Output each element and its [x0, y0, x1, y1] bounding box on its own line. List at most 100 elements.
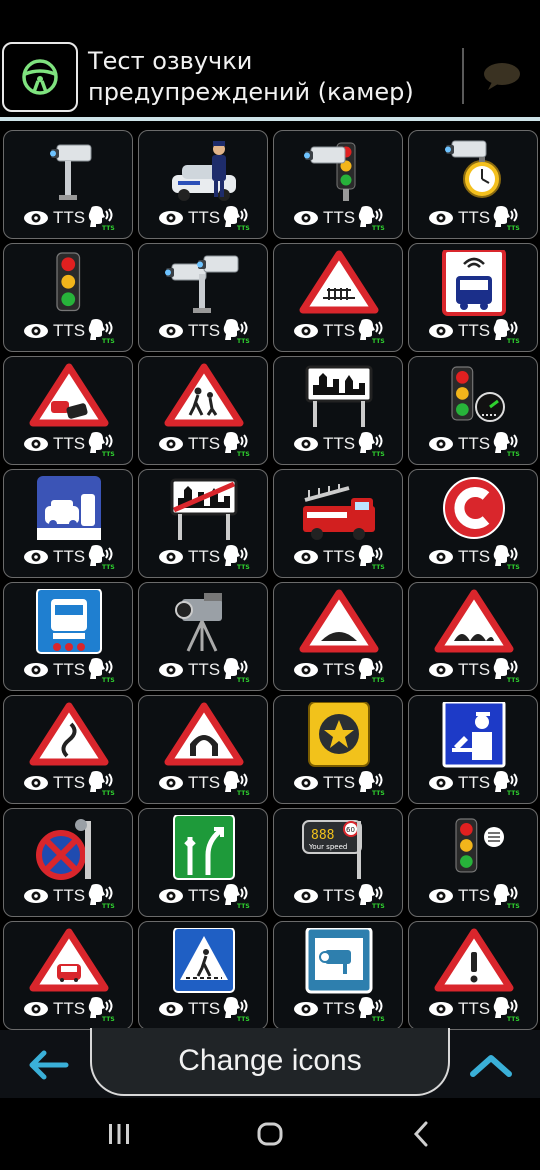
speaking-head-icon[interactable]: TTS [87, 206, 115, 230]
tile-average-speed-camera[interactable]: TTS TTS [408, 130, 538, 239]
tile-city-exit[interactable]: TTS TTS [138, 469, 268, 578]
speaking-head-icon[interactable]: TTS [357, 771, 385, 795]
eye-icon[interactable] [427, 209, 455, 227]
tile-traffic-light-camera[interactable]: TTS TTS [273, 130, 403, 239]
eye-icon[interactable] [292, 548, 320, 566]
tile-highway-exit[interactable]: TTS TTS [138, 808, 268, 917]
eye-icon[interactable] [292, 209, 320, 227]
speaking-head-icon[interactable]: TTS [492, 545, 520, 569]
tile-pedestrian-crossing[interactable]: TTS TTS [138, 921, 268, 1030]
speaking-head-icon[interactable]: TTS [222, 658, 250, 682]
tile-accident-warning[interactable]: TTS TTS [3, 356, 133, 465]
tile-fire-truck[interactable]: TTS TTS [273, 469, 403, 578]
tile-traffic-light[interactable]: TTS TTS [3, 243, 133, 352]
eye-icon[interactable] [427, 774, 455, 792]
speaking-head-icon[interactable]: TTS [492, 319, 520, 343]
eye-icon[interactable] [157, 661, 185, 679]
tile-police-patrol[interactable]: TTS TTS [138, 130, 268, 239]
tile-tunnel[interactable]: TTS TTS [138, 695, 268, 804]
eye-icon[interactable] [292, 435, 320, 453]
eye-icon[interactable] [22, 322, 50, 340]
eye-icon[interactable] [22, 548, 50, 566]
speaking-head-icon[interactable]: TTS [222, 545, 250, 569]
tile-truck-sign[interactable]: TTS TTS [3, 582, 133, 691]
tile-speed-bump[interactable]: TTS TTS [273, 582, 403, 691]
speaking-head-icon[interactable]: TTS [492, 884, 520, 908]
eye-icon[interactable] [292, 887, 320, 905]
speaking-head-icon[interactable]: TTS [222, 997, 250, 1021]
eye-icon[interactable] [427, 661, 455, 679]
tile-your-speed-sign[interactable]: 888 Your speed 60 TTS TTS [273, 808, 403, 917]
tile-general-warning[interactable]: TTS TTS [408, 921, 538, 1030]
tile-police-control[interactable]: TTS TTS [408, 695, 538, 804]
speaking-head-icon[interactable]: TTS [87, 432, 115, 456]
speaking-head-icon[interactable]: TTS [87, 319, 115, 343]
speaking-head-icon[interactable]: TTS [222, 319, 250, 343]
speaking-head-icon[interactable]: TTS [492, 432, 520, 456]
speaking-head-icon[interactable]: TTS [492, 997, 520, 1021]
tile-mobile-camera[interactable]: TTS TTS [138, 582, 268, 691]
tile-congestion-charge[interactable]: TTS TTS [408, 469, 538, 578]
speaking-head-icon[interactable]: TTS [87, 997, 115, 1021]
speaking-head-icon[interactable]: TTS [357, 997, 385, 1021]
eye-icon[interactable] [157, 548, 185, 566]
nav-back-icon[interactable] [410, 1120, 432, 1148]
speaking-head-icon[interactable]: TTS [222, 432, 250, 456]
eye-icon[interactable] [157, 322, 185, 340]
tile-double-camera[interactable]: TTS TTS [138, 243, 268, 352]
tile-toll-booth[interactable]: TTS TTS [3, 469, 133, 578]
tile-railway-crossing[interactable]: TTS TTS [273, 243, 403, 352]
tile-bus-lane-camera[interactable]: TTS TTS [408, 243, 538, 352]
tile-traffic-light-sound[interactable]: TTS TTS [408, 808, 538, 917]
eye-icon[interactable] [157, 1000, 185, 1018]
eye-icon[interactable] [22, 774, 50, 792]
speaking-head-icon[interactable]: TTS [357, 545, 385, 569]
chevron-up-icon[interactable] [468, 1050, 514, 1080]
arrow-left-icon[interactable] [26, 1048, 70, 1082]
tile-speed-camera[interactable]: TTS TTS [3, 130, 133, 239]
speaking-head-icon[interactable]: TTS [357, 884, 385, 908]
home-button[interactable] [2, 42, 78, 112]
speaking-head-icon[interactable]: TTS [357, 658, 385, 682]
eye-icon[interactable] [427, 1000, 455, 1018]
chat-button[interactable] [470, 48, 534, 104]
speaking-head-icon[interactable]: TTS [87, 545, 115, 569]
speaking-head-icon[interactable]: TTS [87, 771, 115, 795]
speaking-head-icon[interactable]: TTS [357, 206, 385, 230]
tile-children-warning[interactable]: TTS TTS [138, 356, 268, 465]
eye-icon[interactable] [427, 322, 455, 340]
eye-icon[interactable] [157, 887, 185, 905]
tile-favorite-point[interactable]: TTS TTS [273, 695, 403, 804]
speaking-head-icon[interactable]: TTS [492, 771, 520, 795]
eye-icon[interactable] [22, 887, 50, 905]
eye-icon[interactable] [292, 322, 320, 340]
nav-home-icon[interactable] [256, 1122, 284, 1146]
speaking-head-icon[interactable]: TTS [222, 884, 250, 908]
tile-traffic-light-speedometer[interactable]: TTS TTS [408, 356, 538, 465]
speaking-head-icon[interactable]: TTS [87, 658, 115, 682]
eye-icon[interactable] [292, 774, 320, 792]
speaking-head-icon[interactable]: TTS [87, 884, 115, 908]
eye-icon[interactable] [22, 1000, 50, 1018]
eye-icon[interactable] [427, 548, 455, 566]
recent-apps-icon[interactable] [106, 1122, 132, 1146]
tile-no-stopping-camera[interactable]: TTS TTS [3, 808, 133, 917]
speaking-head-icon[interactable]: TTS [222, 771, 250, 795]
tile-uneven-road[interactable]: TTS TTS [408, 582, 538, 691]
speaking-head-icon[interactable]: TTS [357, 319, 385, 343]
eye-icon[interactable] [157, 209, 185, 227]
eye-icon[interactable] [157, 435, 185, 453]
tile-dangerous-curves[interactable]: TTS TTS [3, 695, 133, 804]
speaking-head-icon[interactable]: TTS [357, 432, 385, 456]
eye-icon[interactable] [22, 435, 50, 453]
tile-camera-sign[interactable]: TTS TTS [273, 921, 403, 1030]
eye-icon[interactable] [427, 435, 455, 453]
eye-icon[interactable] [427, 887, 455, 905]
eye-icon[interactable] [292, 661, 320, 679]
tile-city-entry[interactable]: TTS TTS [273, 356, 403, 465]
change-icons-button[interactable]: Change icons [90, 1028, 450, 1096]
eye-icon[interactable] [22, 661, 50, 679]
speaking-head-icon[interactable]: TTS [492, 206, 520, 230]
eye-icon[interactable] [292, 1000, 320, 1018]
speaking-head-icon[interactable]: TTS [222, 206, 250, 230]
